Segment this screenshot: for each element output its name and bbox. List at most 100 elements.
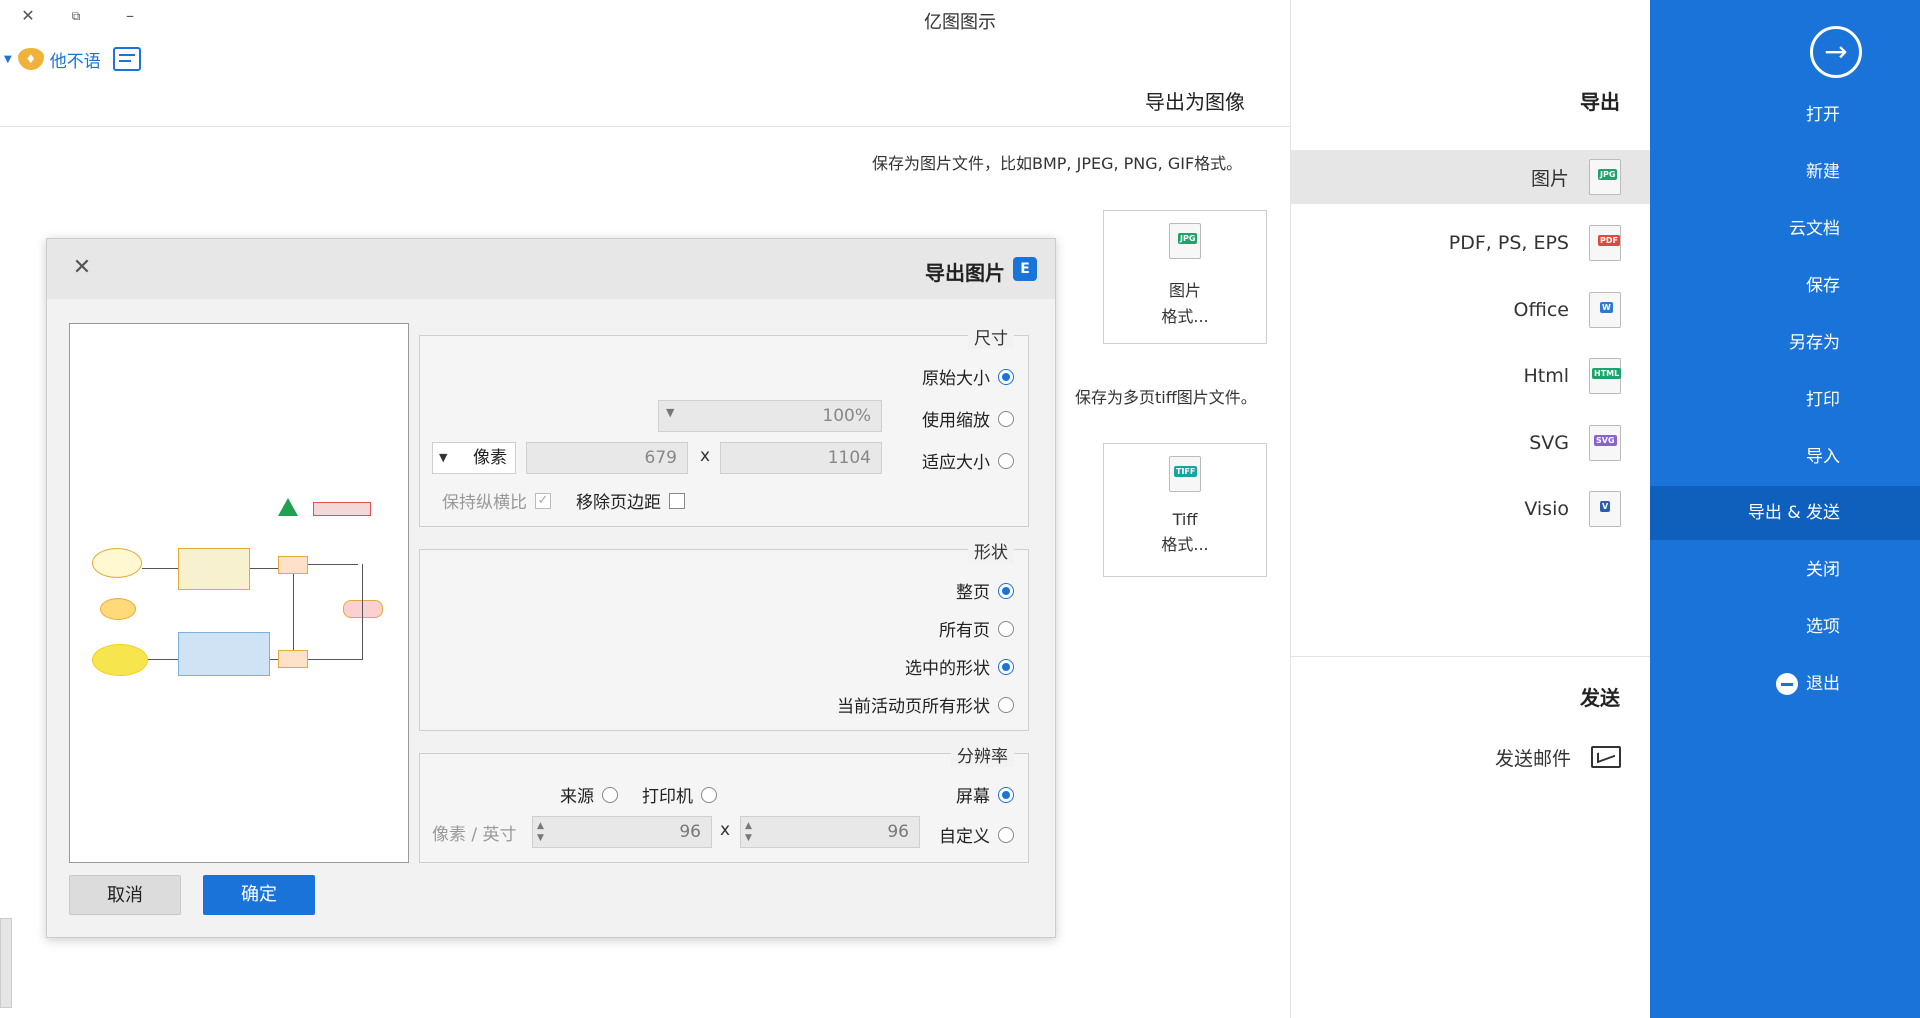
sidebar-item-export-send[interactable]: 导出 & 发送 [1650,486,1920,540]
diagram-preview [78,494,400,692]
option-label: 屏幕 [956,787,990,807]
option-label: 当前活动页所有形状 [837,697,990,717]
sidebar-item-print[interactable]: 打印 [1650,373,1920,427]
option-label: 使用缩放 [922,411,990,431]
screen-option[interactable]: 屏幕 [956,782,1014,807]
sidebar-item-import[interactable]: 导入 [1650,430,1920,484]
ok-button[interactable]: 确定 [203,875,315,915]
warning-icon [278,498,298,516]
radio-selected[interactable] [998,786,1014,803]
minimize-icon[interactable]: – [116,4,144,28]
radio[interactable] [998,452,1014,469]
feedback-icon[interactable] [112,47,141,71]
sidebar-item-exit[interactable]: 退出 [1650,657,1920,711]
selected-shapes-option[interactable]: 选中的形状 [905,654,1014,679]
format-item-image[interactable]: 图片 JPG [1291,150,1651,204]
printer-option[interactable]: 打印机 [642,782,717,807]
format-item-visio[interactable]: Visio V [1291,482,1651,536]
preview-connector [270,659,278,660]
height-input[interactable]: 679 [526,442,688,474]
sidebar-item-save[interactable]: 保存 [1650,259,1920,313]
sidebar: → 打开 新建 云文档 保存 另存为 打印 导入 导出 & 发送 关闭 选项 退… [1650,0,1920,1018]
image-format-card[interactable]: JPG 图片 格式... [1103,210,1267,344]
sidebar-item-new[interactable]: 新建 [1650,145,1920,199]
unit-select[interactable]: 像素 ▼ [432,442,516,474]
format-label: Visio [1524,498,1569,520]
preview-node [178,632,270,676]
preview-pane [69,323,409,863]
checkbox[interactable] [669,492,685,509]
tiff-export-description: 保存为多页tiff图片文件。 [1075,388,1257,407]
format-label: Office [1513,299,1569,321]
preview-connector [250,568,278,569]
cancel-button[interactable]: 取消 [69,875,181,915]
option-label: 移除页边距 [576,493,661,513]
dropdown-caret-icon[interactable]: ▼ [4,54,12,65]
user-name[interactable]: 他不语 [50,47,101,72]
radio[interactable] [998,410,1014,427]
back-icon[interactable]: → [1810,26,1862,78]
side-handle[interactable] [0,918,12,1008]
sidebar-item-save-as[interactable]: 另存为 [1650,316,1920,370]
format-item-pdf[interactable]: PDF, PS, EPS PDF [1291,216,1651,270]
export-image-dialog: ✕ 导出图片 E 尺寸 原始大小 使用缩放 100% ▼ 适应大小 1104 x… [46,238,1056,938]
option-label: 整页 [956,583,990,603]
dpi-x-value: 96 [887,822,909,842]
size-group: 尺寸 原始大小 使用缩放 100% ▼ 适应大小 1104 x 679 像素 ▼… [419,324,1029,527]
sidebar-item-cloud-docs[interactable]: 云文档 [1650,202,1920,256]
dpi-y-value: 96 [679,822,701,842]
radio-selected[interactable] [998,658,1014,675]
restore-icon[interactable]: ⧉ [62,4,90,28]
app-title: 亿图图示 [924,12,996,33]
radio[interactable] [998,696,1014,713]
mail-icon [1591,746,1621,768]
radio-selected[interactable] [998,582,1014,599]
radio[interactable] [998,620,1014,637]
radio[interactable] [701,786,717,803]
exit-icon [1776,673,1798,695]
format-item-svg[interactable]: SVG SVG [1291,416,1651,470]
preview-node [178,548,250,590]
format-item-html[interactable]: Html HTML [1291,349,1651,403]
user-menu[interactable]: ▼ ♦ 他不语 [4,44,141,74]
dpi-x-stepper[interactable]: ▲ ▼ 96 [740,816,920,848]
checkbox-checked[interactable]: ✓ [535,492,551,509]
send-mail-label: 发送邮件 [1494,747,1571,770]
current-page-shapes-option[interactable]: 当前活动页所有形状 [837,692,1014,717]
use-zoom-option[interactable]: 使用缩放 [922,406,1014,431]
custom-option[interactable]: 自定义 [939,822,1014,847]
source-option[interactable]: 来源 [560,782,618,807]
close-icon[interactable]: ✕ [14,4,42,28]
export-heading: 导出 [1580,90,1620,114]
preview-node [343,600,383,618]
stepper-arrows-icon[interactable]: ▲ ▼ [745,820,752,844]
width-input[interactable]: 1104 [720,442,882,474]
sidebar-item-options[interactable]: 选项 [1650,600,1920,654]
stepper-arrows-icon[interactable]: ▲ ▼ [537,820,544,844]
card-line2: 格式... [1161,535,1209,554]
format-item-office[interactable]: Office W [1291,283,1651,337]
preview-connector [293,574,294,650]
tiff-format-card[interactable]: TIFF Tiff 格式... [1103,443,1267,577]
dpi-y-stepper[interactable]: ▲ ▼ 96 [532,816,712,848]
send-heading: 发送 [1580,686,1620,710]
option-label: 打印机 [642,787,693,807]
format-label: Html [1523,365,1569,387]
fit-size-option[interactable]: 适应大小 [922,448,1014,473]
send-mail-item[interactable]: 发送邮件 [1291,730,1651,784]
all-pages-option[interactable]: 所有页 [939,616,1014,641]
dialog-title: 导出图片 [925,261,1005,285]
original-size-option[interactable]: 原始大小 [922,364,1014,389]
radio-selected[interactable] [998,368,1014,385]
remove-margin-option[interactable]: 移除页边距 [576,488,685,513]
radio[interactable] [602,786,618,803]
zoom-select[interactable]: 100% [658,400,882,432]
option-label: 所有页 [939,621,990,641]
whole-page-option[interactable]: 整页 [956,578,1014,603]
sidebar-item-open[interactable]: 打开 [1650,88,1920,142]
radio[interactable] [998,826,1014,843]
image-export-description: 保存为图片文件，比如BMP, JPEG, PNG, GIF格式。 [872,154,1243,173]
keep-ratio-option[interactable]: 保持纵横比 ✓ [442,488,551,513]
sidebar-item-close[interactable]: 关闭 [1650,543,1920,597]
close-icon[interactable]: ✕ [67,253,97,283]
